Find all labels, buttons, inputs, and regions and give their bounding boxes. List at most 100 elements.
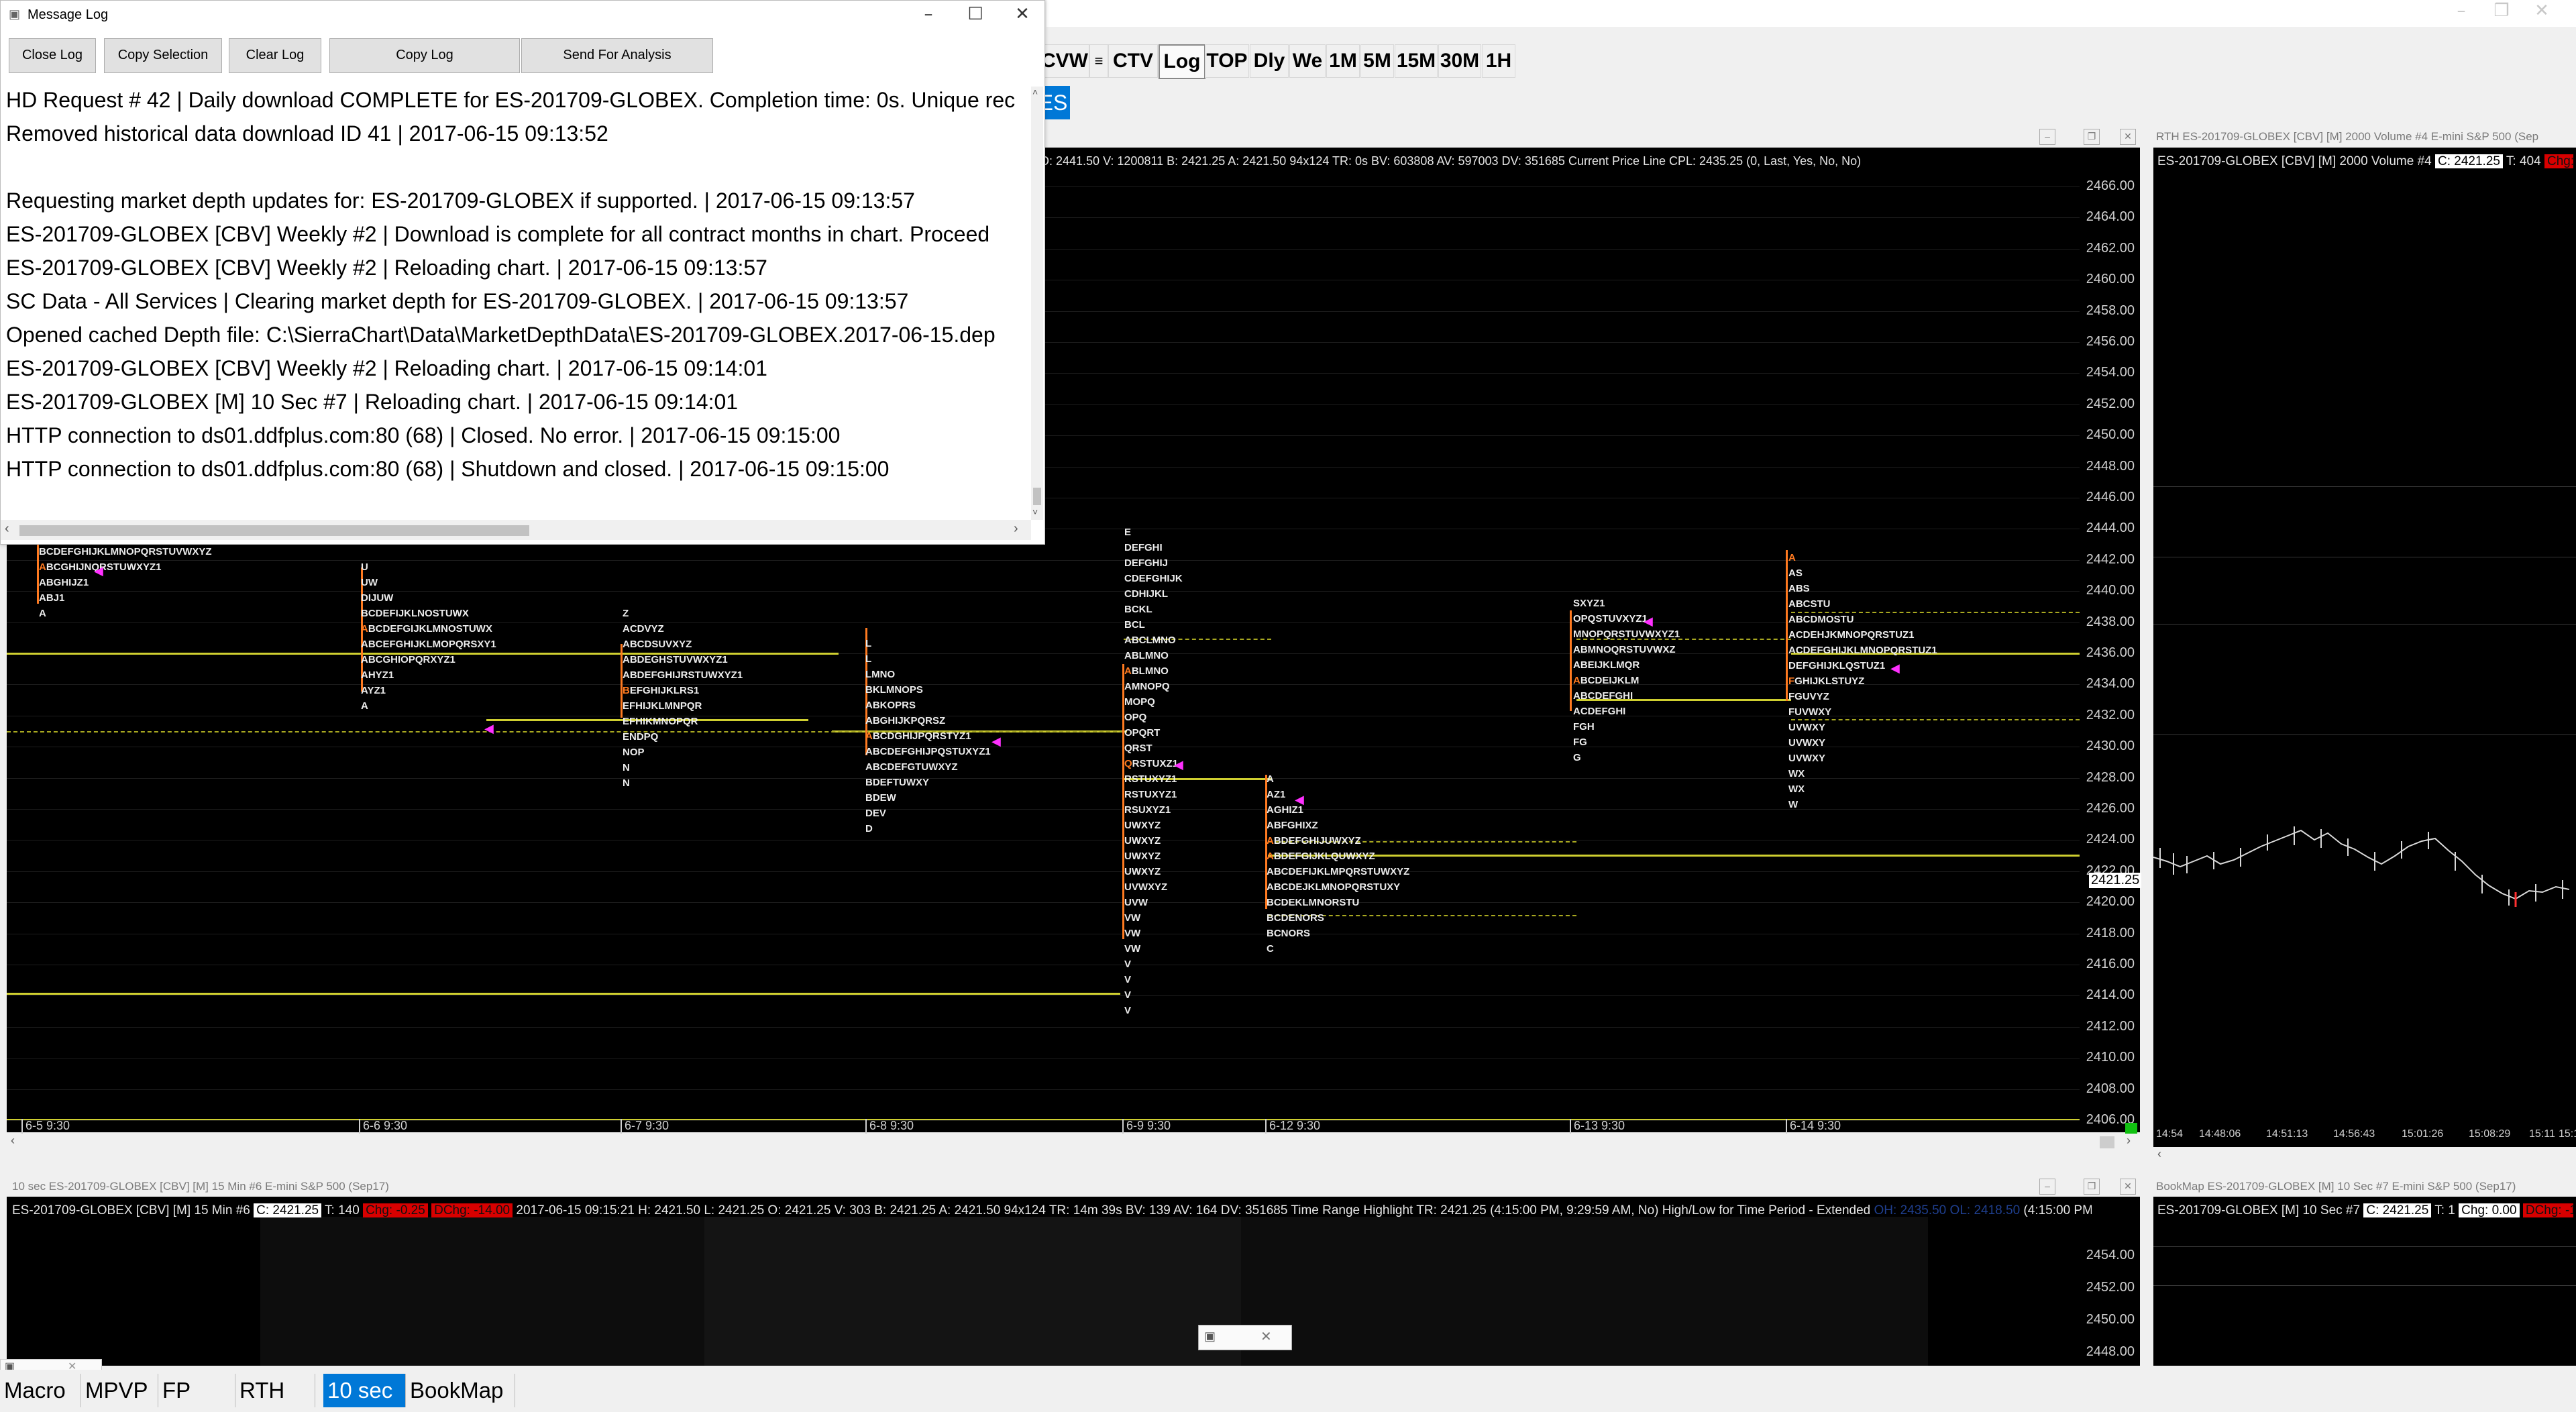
close-icon[interactable]: ✕ — [1003, 3, 1042, 28]
log-horizontal-scrollbar[interactable]: ‹ › — [1, 520, 1031, 540]
minimize-icon[interactable]: – — [2442, 0, 2481, 24]
scroll-up-icon[interactable]: ˄ — [1032, 87, 1038, 97]
price-tick-label: 2454.00 — [2086, 1248, 2135, 1262]
message-log-titlebar[interactable]: ▣ Message Log – ☐ ✕ — [1, 1, 1044, 30]
tpo-profile: U UW DIJUW BCDEFIJKLNOSTUWX ABCDEFGIJKLM… — [361, 561, 496, 712]
price-tick-label: 2426.00 — [2086, 801, 2135, 816]
log-line: ES-201709-GLOBEX [CBV] Weekly #2 | Reloa… — [6, 356, 767, 380]
toolbar-button-1m[interactable]: 1M — [1326, 44, 1360, 78]
tpo-profile: SXYZ1 OPQSTUVXYZ1 MNOPQRSTUVWXYZ1 ABMNOQ… — [1573, 598, 1680, 763]
close-icon[interactable]: ✕ — [2522, 0, 2561, 24]
tab-rth[interactable]: RTH — [235, 1374, 315, 1407]
bottom-left-chart-pane[interactable]: ES-201709-GLOBEX [CBV] [M] 15 Min #6 C: … — [7, 1197, 2140, 1366]
price-tick-label: 2442.00 — [2086, 551, 2135, 567]
time-tick-label: 15:08:29 — [2469, 1128, 2511, 1140]
scroll-down-icon[interactable]: ˅ — [1032, 506, 1038, 517]
scroll-thumb[interactable] — [1033, 488, 1041, 505]
toolbar-button-ctv[interactable]: CTV — [1108, 44, 1158, 78]
bottom-left-ol: OL: 2418.50 — [1949, 1203, 2021, 1217]
toolbar-button-1h[interactable]: 1H — [1482, 44, 1515, 78]
toolbar-button-cvw[interactable]: CVW — [1040, 44, 1089, 78]
bottom-right-symbol: ES-201709-GLOBEX [M] 10 Sec #7 — [2157, 1203, 2361, 1217]
grid-line — [7, 622, 2080, 623]
grid-line — [7, 1026, 2080, 1028]
restore-icon[interactable]: ❐ — [2084, 1179, 2100, 1195]
toolbar-button-dly[interactable]: Dly — [1250, 44, 1289, 78]
minimize-icon[interactable]: – — [2039, 1179, 2055, 1195]
scroll-thumb[interactable] — [2100, 1136, 2114, 1148]
tab-macro[interactable]: Macro — [0, 1374, 81, 1407]
toolbar-button-30m[interactable]: 30M — [1438, 44, 1481, 78]
tab-bookmap[interactable]: BookMap — [406, 1374, 515, 1407]
floating-mini-window[interactable]: ▣ ✕ — [1198, 1325, 1292, 1350]
tab-10-sec[interactable]: 10 sec — [323, 1374, 406, 1407]
date-tick-label: 6-13 9:30 — [1574, 1119, 1625, 1132]
close-log-button[interactable]: Close Log — [9, 38, 96, 73]
toolbar-button-top[interactable]: TOP — [1205, 44, 1249, 78]
price-tick-label: 2438.00 — [2086, 614, 2135, 629]
maximize-icon[interactable]: ☐ — [956, 3, 995, 28]
price-axis[interactable]: 2466.00 2464.00 2462.00 2460.00 2458.00 2456.… — [2080, 148, 2142, 1132]
scroll-left-icon[interactable]: ‹ — [11, 1134, 15, 1148]
message-log-window[interactable]: ▣ Message Log – ☐ ✕ Close Log Copy Selec… — [0, 0, 1045, 545]
scroll-left-icon[interactable]: ‹ — [2157, 1147, 2161, 1161]
price-axis[interactable]: 2454.00 2452.00 2450.00 2448.00 — [2080, 1217, 2140, 1366]
single-print-marker: ◀ — [1890, 661, 1900, 675]
copy-selection-button[interactable]: Copy Selection — [104, 38, 222, 73]
price-tick-label: 2428.00 — [2086, 769, 2135, 785]
price-tick-label: 2464.00 — [2086, 209, 2135, 225]
bottom-left-title: 10 sec ES-201709-GLOBEX [CBV] [M] 15 Min… — [12, 1180, 389, 1193]
close-icon[interactable]: ✕ — [2120, 1179, 2136, 1195]
bottom-right-dchg: DChg: -14.00 — [2522, 1203, 2573, 1217]
minimize-icon[interactable]: – — [909, 3, 948, 28]
log-line: ES-201709-GLOBEX [CBV] Weekly #2 | Downl… — [6, 222, 990, 246]
single-print-marker: ◀ — [1174, 758, 1183, 772]
clear-log-button[interactable]: Clear Log — [229, 38, 321, 73]
right-chart-t: T: 404 — [2506, 154, 2541, 168]
time-tick-label: 15:11 — [2529, 1128, 2555, 1140]
price-tick-label: 2452.00 — [2086, 396, 2135, 411]
scroll-left-icon[interactable]: ‹ — [5, 521, 9, 537]
toolbar-button-we[interactable]: We — [1289, 44, 1326, 78]
main-chart-scrollbar[interactable]: ‹ › — [7, 1134, 2140, 1151]
date-tick-label: 6-5 9:30 — [25, 1119, 70, 1132]
restore-icon[interactable]: ❐ — [2084, 129, 2100, 145]
date-tick — [359, 1119, 360, 1134]
log-line: ES-201709-GLOBEX [CBV] Weekly #2 | Reloa… — [6, 256, 767, 280]
price-tick-label: 2436.00 — [2086, 645, 2135, 660]
time-range-highlight — [704, 1217, 1241, 1366]
price-tick-label: 2448.00 — [2086, 458, 2135, 474]
bottom-right-price: C: 2421.25 — [2363, 1203, 2432, 1217]
close-icon[interactable]: ✕ — [2120, 129, 2136, 145]
time-tick-label: 14:56:43 — [2333, 1128, 2375, 1140]
right-chart-pane[interactable]: ES-201709-GLOBEX [CBV] [M] 2000 Volume #… — [2153, 148, 2576, 1147]
toolbar-button-log[interactable]: Log — [1159, 44, 1205, 79]
toolbar-button-15m[interactable]: 15M — [1395, 44, 1438, 78]
log-text-area[interactable]: HD Request # 42 | Daily download COMPLET… — [1, 87, 1031, 520]
tpo-profile: A AS ABS ABCSTU ABCDMOSTU ACDEHJKMNOPQRS… — [1788, 552, 1937, 810]
scroll-thumb[interactable] — [19, 525, 529, 536]
bottom-right-title: BookMap ES-201709-GLOBEX [M] 10 Sec #7 E… — [2156, 1180, 2516, 1193]
current-price-label: 2421.25 — [2089, 873, 2142, 888]
log-line: Requesting market depth updates for: ES-… — [6, 188, 915, 213]
scroll-right-icon[interactable]: › — [1014, 521, 1018, 537]
tab-fp[interactable]: FP — [158, 1374, 235, 1407]
price-tick-label: 2424.00 — [2086, 832, 2135, 847]
price-tick-label: 2466.00 — [2086, 178, 2135, 193]
close-icon[interactable]: ✕ — [1260, 1328, 1272, 1345]
poc-line — [7, 1119, 2080, 1120]
minimize-icon[interactable]: – — [2039, 129, 2055, 145]
tab-mpvp[interactable]: MPVP — [81, 1374, 158, 1407]
send-for-analysis-button[interactable]: Send For Analysis — [521, 38, 713, 73]
toolbar-button-menu[interactable]: ≡ — [1089, 44, 1108, 78]
window-title: Message Log — [28, 7, 109, 22]
restore-icon[interactable]: ❐ — [2482, 0, 2521, 24]
log-vertical-scrollbar[interactable]: ˄ ˅ — [1031, 87, 1043, 520]
single-print-marker: ◀ — [484, 722, 494, 736]
right-chart-price: C: 2421.25 — [2435, 154, 2503, 168]
toolbar-button-5m[interactable]: 5M — [1360, 44, 1394, 78]
copy-log-button[interactable]: Copy Log — [329, 38, 520, 73]
right-chart-scrollbar[interactable]: ‹ — [2153, 1147, 2576, 1162]
bottom-right-chart-pane[interactable]: ES-201709-GLOBEX [M] 10 Sec #7 C: 2421.2… — [2153, 1197, 2576, 1366]
scroll-right-icon[interactable]: › — [2127, 1134, 2131, 1148]
